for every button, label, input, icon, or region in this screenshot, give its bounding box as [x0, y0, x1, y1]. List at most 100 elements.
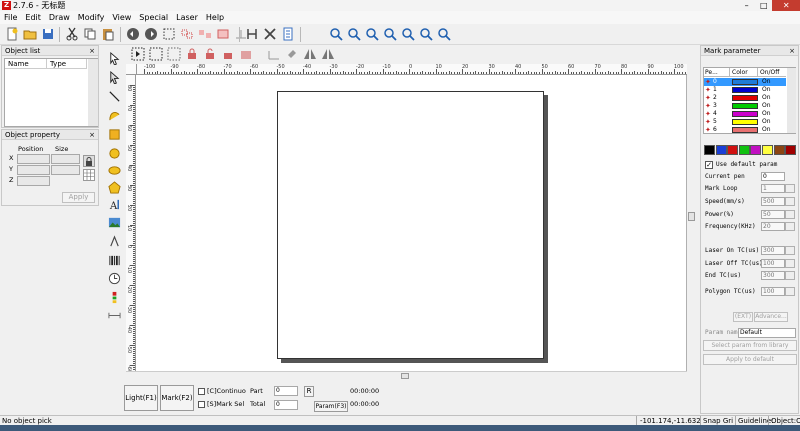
open-folder-icon[interactable]: [22, 26, 38, 42]
zoom-out-icon[interactable]: [346, 26, 362, 42]
param-spin-button[interactable]: [785, 210, 795, 219]
anchor-grid-icon[interactable]: [83, 169, 95, 181]
mark-button[interactable]: Mark(F2): [160, 385, 194, 411]
param-value-input[interactable]: 1: [761, 184, 785, 193]
onoff-col-header[interactable]: On/Off: [758, 68, 786, 77]
object-property-close-button[interactable]: ×: [89, 130, 95, 140]
h-scroll-thumb[interactable]: [401, 373, 409, 379]
zoom-select-icon[interactable]: [400, 26, 416, 42]
input-port-icon[interactable]: [107, 290, 121, 304]
pen-color-swatch[interactable]: [732, 95, 758, 101]
work-page[interactable]: [277, 91, 544, 359]
menu-view[interactable]: View: [108, 11, 135, 24]
param-spin-button[interactable]: [785, 287, 795, 296]
pen-row[interactable]: ✦ 2 On: [704, 94, 786, 102]
save-icon[interactable]: [40, 26, 56, 42]
pos-y-field[interactable]: [17, 165, 50, 175]
pen-onoff[interactable]: On: [762, 126, 771, 134]
menu-special[interactable]: Special: [135, 11, 172, 24]
pen-row[interactable]: ✦ 0 On: [704, 78, 786, 86]
paste-icon[interactable]: [100, 26, 116, 42]
pen-color-swatch[interactable]: [732, 119, 758, 125]
pen-table-scrollbar[interactable]: [787, 68, 796, 133]
pointer-icon[interactable]: [107, 51, 121, 65]
object-list-close-button[interactable]: ×: [89, 46, 95, 56]
pen-row[interactable]: ✦ 5 On: [704, 118, 786, 126]
zoom-page-icon[interactable]: [382, 26, 398, 42]
palette-swatch[interactable]: [750, 145, 762, 155]
copy-icon[interactable]: [82, 26, 98, 42]
palette-swatch[interactable]: [762, 145, 773, 155]
text-icon[interactable]: A: [107, 197, 121, 211]
param-spin-button[interactable]: [785, 259, 795, 268]
lock-ratio-icon[interactable]: [83, 155, 95, 167]
menu-laser[interactable]: Laser: [172, 11, 202, 24]
mirror-h-icon[interactable]: [302, 46, 318, 62]
pen-color-swatch[interactable]: [732, 87, 758, 93]
pen-col-header[interactable]: Pe...: [704, 68, 730, 77]
rectangle-icon[interactable]: [107, 127, 121, 141]
minimize-button[interactable]: –: [738, 0, 755, 11]
pen-onoff[interactable]: On: [762, 110, 771, 118]
pen-onoff[interactable]: On: [762, 94, 771, 102]
pen-color-swatch[interactable]: [732, 127, 758, 133]
pen-onoff[interactable]: On: [762, 78, 771, 86]
palette-swatch[interactable]: [773, 145, 785, 155]
select-delete-icon[interactable]: [166, 46, 182, 62]
vector-file-icon[interactable]: [107, 234, 121, 248]
param-value-input[interactable]: 0: [761, 172, 785, 181]
continuous-checkbox[interactable]: [198, 388, 205, 395]
select-area-icon[interactable]: [161, 26, 177, 42]
use-default-checkbox[interactable]: ✓: [705, 161, 713, 169]
node-select-icon[interactable]: [107, 70, 121, 84]
menu-modify[interactable]: Modify: [74, 11, 109, 24]
pen-onoff[interactable]: On: [762, 86, 771, 94]
param-value-input[interactable]: 300: [761, 246, 785, 255]
zoom-all-icon[interactable]: [418, 26, 434, 42]
menu-edit[interactable]: Edit: [21, 11, 45, 24]
menu-help[interactable]: Help: [202, 11, 228, 24]
param-spin-button[interactable]: [785, 271, 795, 280]
undo-icon[interactable]: [125, 26, 141, 42]
new-file-icon[interactable]: [4, 26, 20, 42]
advance-button[interactable]: Advance...: [754, 312, 788, 322]
h-scrollbar[interactable]: [126, 371, 687, 379]
pen-row[interactable]: ✦ 6 On: [704, 126, 786, 134]
maximize-button[interactable]: □: [755, 0, 772, 11]
pen-row[interactable]: ✦ 1 On: [704, 86, 786, 94]
pen-color-swatch[interactable]: [732, 103, 758, 109]
polygon-icon[interactable]: [107, 180, 121, 194]
param-spin-button[interactable]: [785, 246, 795, 255]
select-library-button[interactable]: Select param from library: [703, 340, 797, 351]
pen-onoff[interactable]: On: [762, 118, 771, 126]
barcode-icon[interactable]: [107, 253, 121, 267]
lock-all-icon[interactable]: [220, 46, 236, 62]
reset-button[interactable]: R: [304, 386, 314, 397]
param-name-input[interactable]: Default: [738, 328, 796, 338]
apply-button[interactable]: Apply: [62, 192, 95, 203]
redo-icon[interactable]: [143, 26, 159, 42]
erase-icon[interactable]: [284, 46, 300, 62]
param-spin-button[interactable]: [785, 184, 795, 193]
param-value-input[interactable]: 300: [761, 271, 785, 280]
apply-default-button[interactable]: Apply to default: [703, 354, 797, 365]
lock-icon[interactable]: [184, 46, 200, 62]
ellipse-icon[interactable]: [107, 163, 121, 177]
col-type-header[interactable]: Type: [47, 59, 87, 69]
total-input[interactable]: 0: [274, 400, 298, 410]
param-value-input[interactable]: 20: [761, 222, 785, 231]
zoom-fit-icon[interactable]: [364, 26, 380, 42]
param-spin-button[interactable]: [785, 197, 795, 206]
node-edit-icon[interactable]: [215, 26, 231, 42]
list-scrollbar[interactable]: [88, 59, 98, 126]
v-scrollbar[interactable]: [687, 64, 697, 379]
object-list-table[interactable]: Name Type: [4, 58, 98, 127]
palette-swatch[interactable]: [715, 145, 727, 155]
menu-draw[interactable]: Draw: [45, 11, 74, 24]
measure-icon[interactable]: [266, 46, 282, 62]
timer-icon[interactable]: [107, 271, 121, 285]
bitmap-icon[interactable]: [107, 215, 121, 229]
pen-onoff[interactable]: On: [762, 102, 771, 110]
param-button[interactable]: Param(F3): [314, 401, 348, 412]
col-name-header[interactable]: Name: [5, 59, 47, 69]
